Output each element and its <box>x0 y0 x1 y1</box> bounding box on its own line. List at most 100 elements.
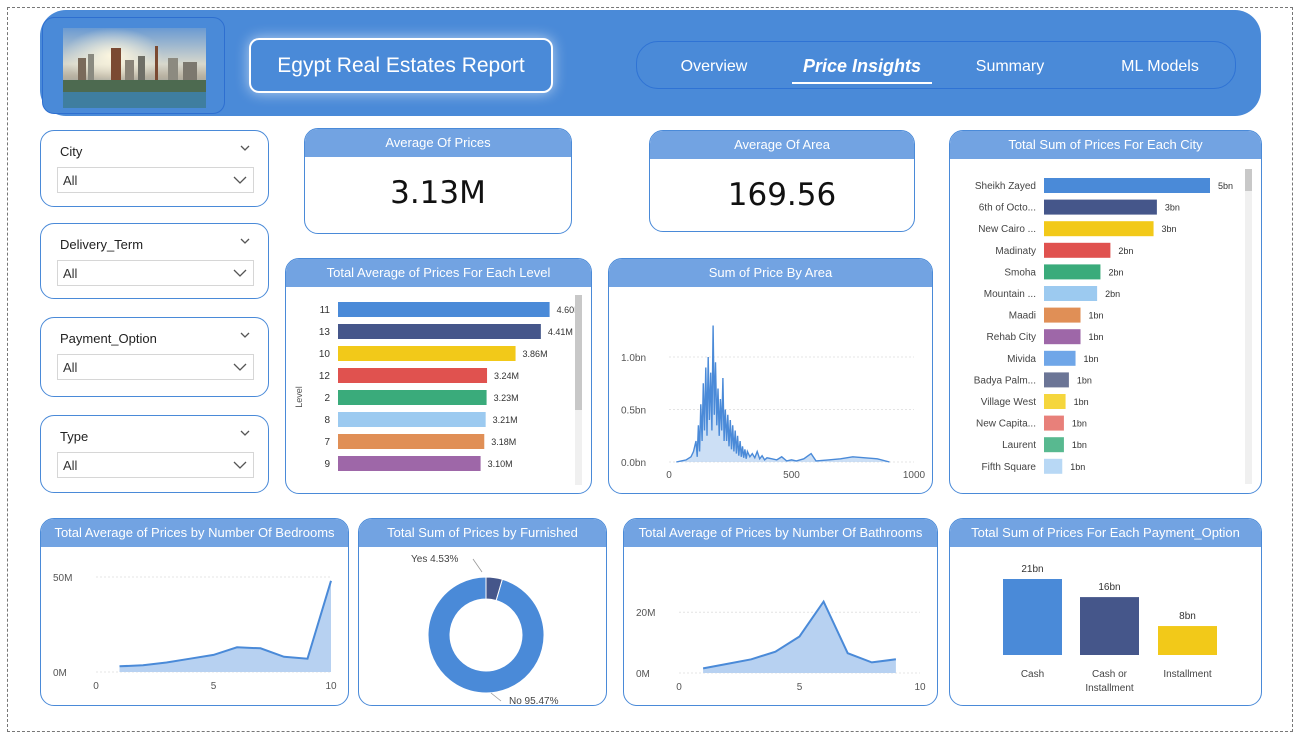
leader-line <box>490 692 502 702</box>
tick-label: 0.5bn <box>621 406 646 417</box>
chart-title: Total Average of Prices by Number Of Bat… <box>624 519 937 547</box>
tick-label: 5 <box>211 681 217 692</box>
data-label: 3.10M <box>488 459 513 469</box>
data-label: 21bn <box>1021 564 1043 575</box>
data-label: 1bn <box>1070 462 1085 472</box>
collapse-chevron-icon[interactable] <box>240 330 250 340</box>
nav-tab-price-insights[interactable]: Price Insights <box>797 56 927 77</box>
kpi-card-average-area: Average Of Area 169.56 <box>649 130 915 232</box>
bar <box>338 324 541 339</box>
card-bedrooms-chart: Total Average of Prices by Number Of Bed… <box>40 518 349 706</box>
tick-label: 0M <box>636 669 650 680</box>
bar <box>1080 597 1139 655</box>
tick-label: New Capita... <box>976 419 1036 430</box>
data-label: 4.41M <box>548 327 573 337</box>
tick-label: 0 <box>93 681 99 692</box>
card-bathrooms-chart: Total Average of Prices by Number Of Bat… <box>623 518 938 706</box>
slicer-payment-option[interactable]: Payment_Option All <box>40 317 269 397</box>
kpi-value: 3.13M <box>390 175 486 211</box>
payment-option-dropdown[interactable]: All <box>57 354 254 380</box>
collapse-chevron-icon[interactable] <box>240 143 250 153</box>
bar <box>1044 178 1210 193</box>
data-label: Yes 4.53% <box>411 554 459 565</box>
payment-bar-chart[interactable]: 21bn Cash 16bn Cash or Installment 8bn Install… <box>950 547 1262 706</box>
kpi-title: Average Of Area <box>650 131 914 159</box>
tick-label: Cash or <box>1092 669 1128 680</box>
tick-label: 0.0bn <box>621 458 646 469</box>
tick-label: 500 <box>783 470 800 481</box>
scrollbar-thumb <box>575 295 582 410</box>
tick-label: 11 <box>320 305 331 316</box>
data-label: 3.21M <box>493 415 518 425</box>
kpi-card-average-price: Average Of Prices 3.13M <box>304 128 572 234</box>
bathrooms-area-chart[interactable]: 0M 20M 0 5 10 <box>624 547 938 706</box>
data-label: 1bn <box>1089 311 1104 321</box>
chart-title: Sum of Price By Area <box>609 259 932 287</box>
data-label: 1bn <box>1074 397 1089 407</box>
data-label: 16bn <box>1098 582 1120 593</box>
report-title: Egypt Real Estates Report <box>249 38 553 93</box>
nav-tab-summary[interactable]: Summary <box>973 58 1047 76</box>
slicer-label: City <box>60 144 83 159</box>
tick-label: 9 <box>324 459 330 470</box>
area-line-chart[interactable]: 0.0bn 0.5bn 1.0bn 0 500 1000 <box>609 287 933 494</box>
city-bar-chart[interactable]: Sheikh Zayed 5bn 6th of Octo... 3bn New Cair… <box>950 159 1262 494</box>
scrollbar-thumb <box>1245 169 1252 191</box>
tick-label: Mountain ... <box>984 289 1036 300</box>
data-label: 3.18M <box>491 437 516 447</box>
nav-tab-overview[interactable]: Overview <box>679 58 749 76</box>
chevron-down-icon <box>233 176 247 184</box>
bar <box>1044 372 1069 388</box>
data-label: 1bn <box>1072 419 1087 429</box>
tick-label: 13 <box>319 327 331 338</box>
bar <box>338 302 550 317</box>
delivery-term-dropdown[interactable]: All <box>57 260 254 286</box>
card-payment-chart: Total Sum of Prices For Each Payment_Opt… <box>949 518 1262 706</box>
kpi-title: Average Of Prices <box>305 129 571 157</box>
chart-title: Total Sum of Prices by Furnished <box>359 519 606 547</box>
tick-label: 20M <box>636 608 655 619</box>
tick-label: Rehab City <box>987 332 1036 343</box>
tick-label: 10 <box>914 682 926 693</box>
data-label: 3.23M <box>494 393 519 403</box>
chevron-down-icon <box>233 269 247 277</box>
bedrooms-area-chart[interactable]: 0M 50M 0 5 10 <box>41 547 349 706</box>
furnished-donut-chart[interactable]: No 95.47% Yes 4.53% <box>359 547 607 706</box>
chart-title: Total Sum of Prices For Each City <box>950 131 1261 159</box>
skyline-image <box>63 28 206 108</box>
active-tab-underline <box>792 82 932 84</box>
dropdown-value: All <box>63 360 78 375</box>
city-dropdown[interactable]: All <box>57 167 254 193</box>
tick-label: Madinaty <box>995 246 1036 257</box>
data-label: 2bn <box>1105 289 1120 299</box>
tick-label: 10 <box>319 349 331 360</box>
card-area-chart: Sum of Price By Area 0.0bn 0.5bn 1.0bn 0 500… <box>608 258 933 494</box>
tick-label: 12 <box>319 371 331 382</box>
level-bar-chart[interactable]: Level11 4.60M13 4.41M10 3.86M12 3.24M2 3.23M8… <box>286 287 592 494</box>
cairo-skyline-logo <box>42 17 225 114</box>
card-city-chart: Total Sum of Prices For Each City Sheikh… <box>949 130 1262 494</box>
collapse-chevron-icon[interactable] <box>240 428 250 438</box>
tick-label: 1.0bn <box>621 353 646 364</box>
data-label: 1bn <box>1089 332 1104 342</box>
data-label: 3bn <box>1165 203 1180 213</box>
tick-label: Maadi <box>1009 311 1036 322</box>
tick-label: 8 <box>324 415 330 426</box>
type-dropdown[interactable]: All <box>57 452 254 478</box>
data-label: 3.24M <box>494 371 519 381</box>
tick-label: Village West <box>981 397 1036 408</box>
slicer-type[interactable]: Type All <box>40 415 269 493</box>
data-label: 2bn <box>1108 267 1123 277</box>
chart-title: Total Average of Prices For Each Level <box>286 259 591 287</box>
bar <box>338 412 486 427</box>
bar <box>338 434 485 449</box>
tick-label: Sheikh Zayed <box>975 181 1036 192</box>
slicer-city[interactable]: City All <box>40 130 269 207</box>
bar <box>1044 437 1064 453</box>
tick-label: Mivida <box>1007 354 1036 365</box>
chevron-down-icon <box>233 363 247 371</box>
collapse-chevron-icon[interactable] <box>240 236 250 246</box>
slicer-delivery-term[interactable]: Delivery_Term All <box>40 223 269 299</box>
leader-line <box>472 558 483 573</box>
nav-tab-ml-models[interactable]: ML Models <box>1113 58 1207 76</box>
